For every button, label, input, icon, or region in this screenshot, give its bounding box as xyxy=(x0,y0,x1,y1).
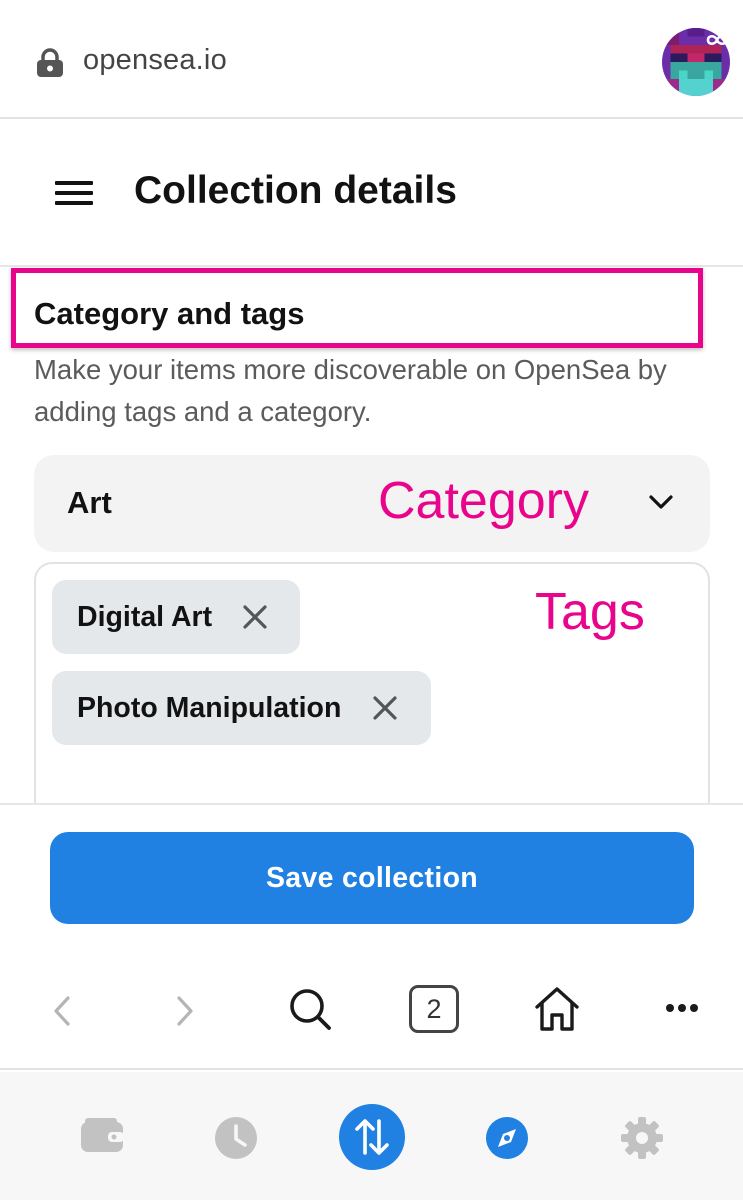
tabs-icon[interactable]: 2 xyxy=(409,985,459,1033)
save-footer: Save collection xyxy=(0,803,743,958)
wallet-nav-bar xyxy=(0,1072,743,1200)
page-header: Collection details xyxy=(0,121,743,267)
save-button-label: Save collection xyxy=(265,862,478,894)
category-value: Art xyxy=(67,485,112,520)
search-icon[interactable] xyxy=(288,987,332,1031)
explore-icon[interactable] xyxy=(485,1116,529,1160)
wallet-icon[interactable] xyxy=(80,1118,124,1154)
swap-icon[interactable] xyxy=(339,1104,405,1170)
forward-arrow-icon[interactable] xyxy=(175,995,195,1027)
polygon-badge-icon xyxy=(706,34,728,46)
back-arrow-icon[interactable] xyxy=(52,995,72,1027)
category-select[interactable]: Art xyxy=(34,455,710,552)
history-icon[interactable] xyxy=(214,1116,258,1160)
tag-chip: Digital Art xyxy=(52,580,300,654)
remove-tag-icon[interactable] xyxy=(242,604,268,630)
chevron-down-icon xyxy=(649,495,673,509)
page-title: Collection details xyxy=(134,169,457,212)
url-text[interactable]: opensea.io xyxy=(83,44,227,77)
hamburger-menu-icon[interactable] xyxy=(55,181,95,207)
remove-tag-icon[interactable] xyxy=(372,695,398,721)
more-icon[interactable] xyxy=(665,1003,699,1013)
section-heading: Category and tags xyxy=(34,296,305,331)
home-icon[interactable] xyxy=(533,985,581,1033)
save-collection-button[interactable]: Save collection xyxy=(50,832,694,924)
settings-icon[interactable] xyxy=(620,1116,664,1160)
category-annotation: Category xyxy=(378,472,589,530)
url-bar: opensea.io xyxy=(0,0,743,119)
browser-toolbar: 2 xyxy=(0,958,743,1070)
tag-label: Digital Art xyxy=(77,601,213,633)
tag-chip: Photo Manipulation xyxy=(52,671,431,745)
lock-icon xyxy=(37,48,63,77)
tag-label: Photo Manipulation xyxy=(77,692,342,724)
tags-annotation: Tags xyxy=(535,583,645,641)
section-description: Make your items more discoverable on Ope… xyxy=(34,354,667,427)
